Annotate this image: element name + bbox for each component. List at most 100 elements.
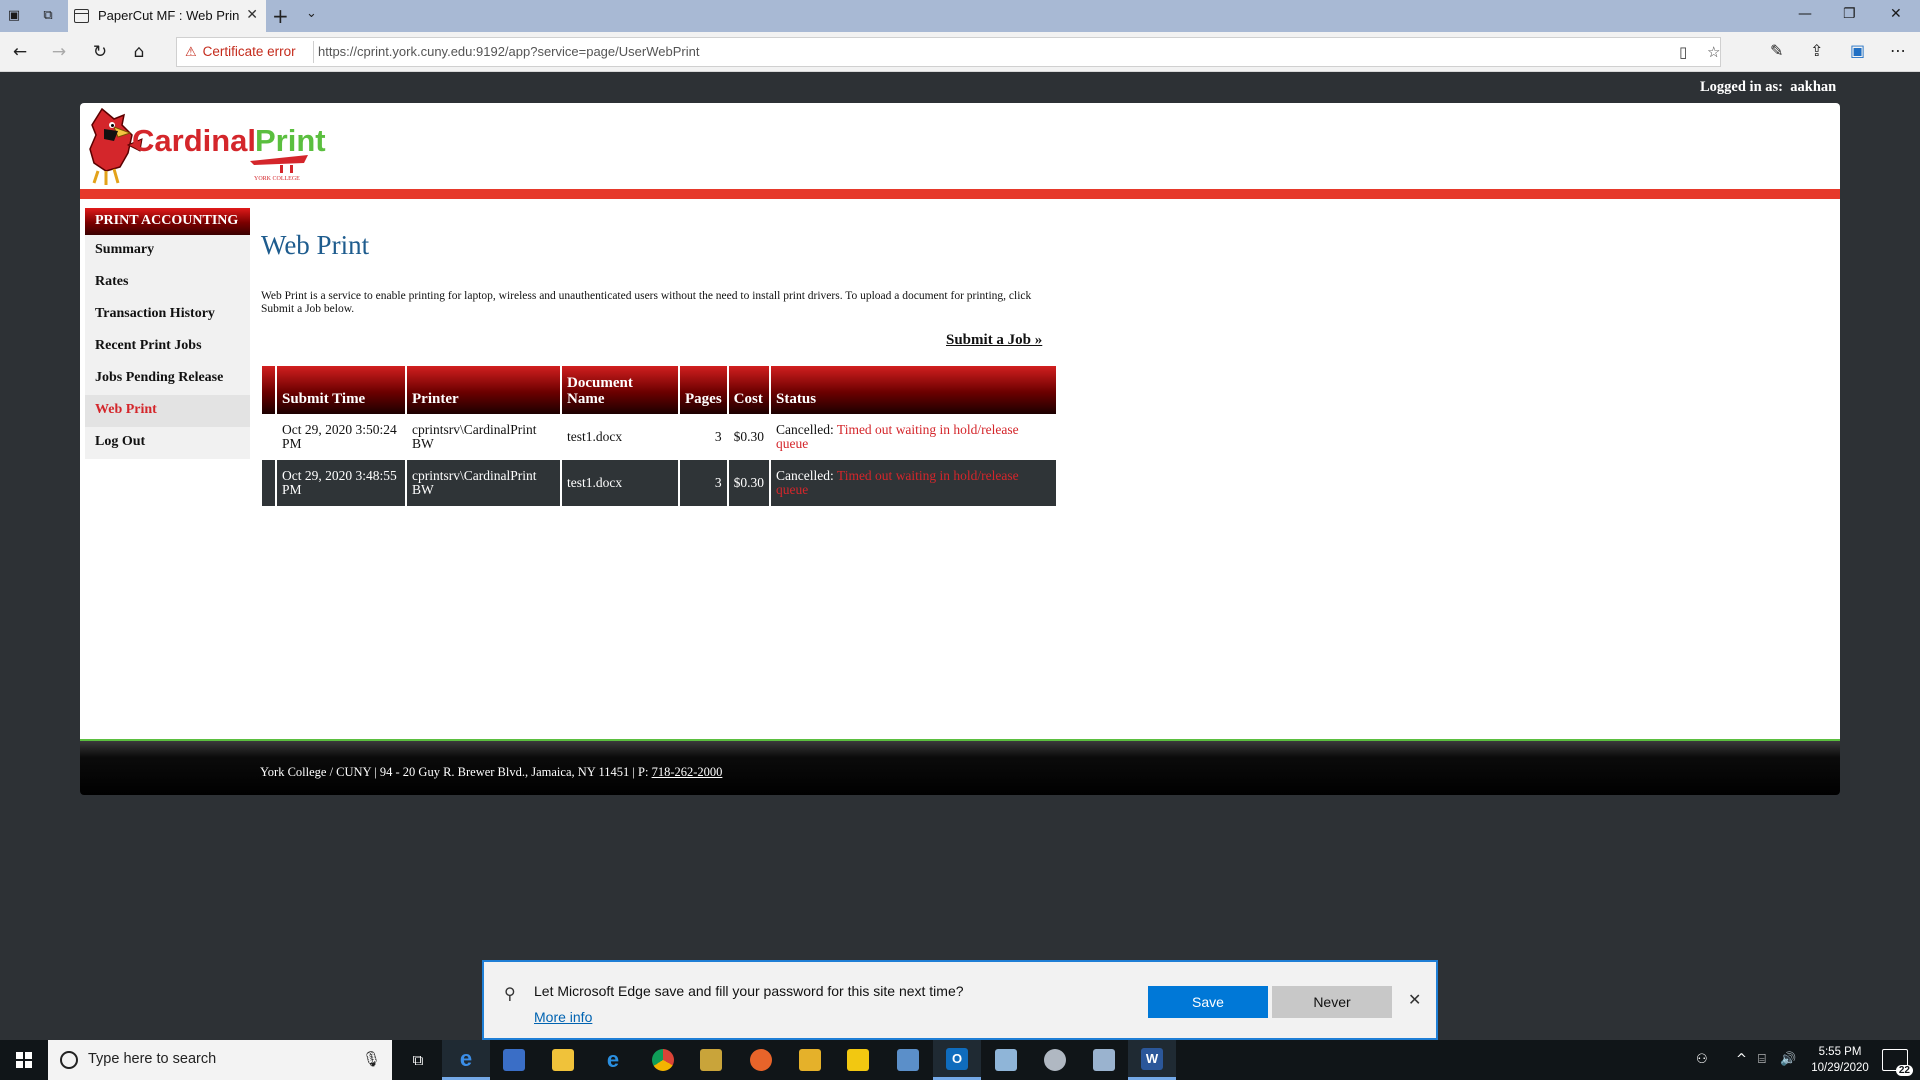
- prompt-close-icon[interactable]: ✕: [1408, 990, 1421, 1009]
- never-save-button[interactable]: Never: [1272, 986, 1392, 1018]
- restore-icon[interactable]: ❐: [1843, 6, 1856, 22]
- cell-submit-time: Oct 29, 2020 3:48:55 PM: [276, 460, 407, 506]
- microphone-icon[interactable]: 🎙: [362, 1050, 381, 1068]
- notification-count-badge: 22: [1895, 1065, 1913, 1076]
- power-bi-icon[interactable]: [834, 1040, 882, 1080]
- tab-papercut[interactable]: PaperCut MF : Web Prin ✕: [68, 0, 266, 32]
- clock-time: 5:55 PM: [1818, 1046, 1862, 1058]
- computer-app-icon[interactable]: [490, 1040, 538, 1080]
- page-title: Web Print: [261, 230, 370, 260]
- sidebar-item-jobs-pending-release[interactable]: Jobs Pending Release: [85, 363, 250, 395]
- column-header-cost[interactable]: Cost: [727, 366, 772, 414]
- minimize-icon[interactable]: —: [1798, 6, 1812, 22]
- cardinal-bird-icon: Cardinal Print YORK COLLEGE: [89, 107, 326, 185]
- internet-explorer-icon[interactable]: e: [589, 1040, 637, 1080]
- sidebar-item-transaction-history[interactable]: Transaction History: [85, 299, 250, 331]
- chart-app-icon[interactable]: [786, 1040, 834, 1080]
- sidebar-item-log-out[interactable]: Log Out: [85, 427, 250, 459]
- url-text[interactable]: https://cprint.york.cuny.edu:9192/app?se…: [318, 44, 699, 59]
- home-icon[interactable]: ⌂: [128, 41, 150, 63]
- column-header-document-name[interactable]: Document Name: [561, 366, 680, 414]
- tab-preview-chevron-icon[interactable]: ⌄: [306, 6, 317, 21]
- edge-taskbar-icon[interactable]: e: [442, 1040, 490, 1080]
- cardinal-print-logo[interactable]: Cardinal Print YORK COLLEGE: [84, 105, 384, 191]
- sidebar-item-recent-print-jobs[interactable]: Recent Print Jobs: [85, 331, 250, 363]
- save-password-prompt: ⚲ Let Microsoft Edge save and fill your …: [482, 960, 1438, 1040]
- url-divider: [313, 41, 314, 63]
- task-view-icon[interactable]: ⧉: [394, 1040, 442, 1080]
- status-label: Cancelled:: [776, 422, 834, 437]
- key-search-icon: ⚲: [504, 984, 516, 1003]
- set-aside-tabs-icon[interactable]: ⧉: [38, 6, 58, 26]
- cell-status: Cancelled: Timed out waiting in hold/rel…: [770, 460, 1058, 506]
- show-hidden-icons-icon[interactable]: ^: [1736, 1052, 1747, 1067]
- status-label: Cancelled:: [776, 468, 834, 483]
- window-close-icon[interactable]: ✕: [1890, 6, 1902, 22]
- sidebar-heading: PRINT ACCOUNTING: [85, 208, 250, 235]
- row-handle-header: [262, 366, 277, 414]
- sidebar-item-rates[interactable]: Rates: [85, 267, 250, 299]
- remote-desktop-icon[interactable]: [884, 1040, 932, 1080]
- extension-icon[interactable]: ▣: [1850, 41, 1865, 60]
- new-tab-button[interactable]: +: [272, 4, 289, 28]
- cell-printer: cprintsrv\CardinalPrint BW: [406, 414, 562, 460]
- tab-close-icon[interactable]: ✕: [246, 7, 258, 23]
- svg-text:Cardinal: Cardinal: [132, 123, 256, 158]
- share-icon[interactable]: ⇪: [1810, 41, 1823, 60]
- volume-icon[interactable]: 🔊: [1780, 1052, 1796, 1067]
- cell-cost: $0.30: [727, 414, 772, 460]
- pen-notes-icon[interactable]: ✎: [1770, 41, 1783, 60]
- more-options-icon[interactable]: ⋯: [1890, 41, 1906, 60]
- column-header-printer[interactable]: Printer: [406, 366, 562, 414]
- submit-job-link[interactable]: Submit a Job »: [946, 332, 1042, 349]
- start-button[interactable]: [0, 1040, 48, 1080]
- reading-view-icon[interactable]: ▯: [1679, 43, 1687, 61]
- more-info-link[interactable]: More info: [534, 1009, 592, 1025]
- save-password-button[interactable]: Save: [1148, 986, 1268, 1018]
- header-divider-bar: [80, 189, 1840, 199]
- page-container: Cardinal Print YORK COLLEGE PRINT ACCOUN…: [80, 103, 1840, 739]
- address-input[interactable]: ⚠ Certificate error https://cprint.york.c…: [176, 37, 1721, 67]
- table-header-row: Submit Time Printer Document Name Pages …: [262, 366, 1058, 414]
- refresh-icon[interactable]: ↻: [89, 41, 111, 63]
- firefox-icon[interactable]: [737, 1040, 785, 1080]
- word-icon[interactable]: W: [1128, 1040, 1176, 1080]
- sidebar-menu: Summary Rates Transaction History Recent…: [85, 235, 250, 459]
- table-row: Oct 29, 2020 3:50:24 PM cprintsrv\Cardin…: [262, 414, 1058, 460]
- windows-taskbar: Type here to search 🎙 ⧉ e e O W ⚇ ^ ⌸ 🔊 …: [0, 1040, 1920, 1080]
- footer-address: York College / CUNY | 94 - 20 Guy R. Bre…: [260, 765, 723, 779]
- paint-app-icon[interactable]: [1031, 1040, 1079, 1080]
- cell-submit-time: Oct 29, 2020 3:50:24 PM: [276, 414, 407, 460]
- footer-phone-link[interactable]: 718-262-2000: [652, 765, 723, 779]
- back-arrow-icon[interactable]: ←: [9, 41, 31, 63]
- prompt-message: Let Microsoft Edge save and fill your pa…: [534, 983, 964, 999]
- file-explorer-icon[interactable]: [539, 1040, 587, 1080]
- tab-title: PaperCut MF : Web Prin: [98, 8, 240, 23]
- column-header-status[interactable]: Status: [770, 366, 1058, 414]
- tab-manager-icon[interactable]: ▣: [4, 6, 24, 26]
- cell-printer: cprintsrv\CardinalPrint BW: [406, 460, 562, 506]
- action-center-icon[interactable]: 22: [1882, 1049, 1913, 1076]
- address-bar-row: ← → ↻ ⌂ ⚠ Certificate error https://cprin…: [0, 32, 1920, 72]
- print-jobs-table: Submit Time Printer Document Name Pages …: [262, 366, 1058, 506]
- outlook-icon[interactable]: O: [933, 1040, 981, 1080]
- sidebar-item-web-print[interactable]: Web Print: [85, 395, 250, 427]
- page-favicon-icon: [74, 9, 89, 23]
- network-icon[interactable]: ⌸: [1758, 1052, 1766, 1067]
- window-app-icon[interactable]: [1080, 1040, 1128, 1080]
- certificate-error-badge[interactable]: ⚠ Certificate error: [185, 44, 296, 60]
- people-icon[interactable]: ⚇: [1696, 1052, 1708, 1067]
- column-header-submit-time[interactable]: Submit Time: [276, 366, 407, 414]
- forward-arrow-icon[interactable]: →: [48, 41, 70, 63]
- row-handle: [262, 460, 277, 506]
- favorite-star-icon[interactable]: ☆: [1707, 43, 1720, 61]
- taskbar-search-input[interactable]: Type here to search 🎙: [48, 1040, 392, 1080]
- column-header-pages[interactable]: Pages: [679, 366, 729, 414]
- cell-status: Cancelled: Timed out waiting in hold/rel…: [770, 414, 1058, 460]
- notes-app-icon[interactable]: [982, 1040, 1030, 1080]
- app-tool-icon[interactable]: [687, 1040, 735, 1080]
- system-clock[interactable]: 5:55 PM 10/29/2020: [1800, 1044, 1880, 1076]
- chrome-icon[interactable]: [639, 1040, 687, 1080]
- sidebar-item-summary[interactable]: Summary: [85, 235, 250, 267]
- cell-pages: 3: [679, 460, 729, 506]
